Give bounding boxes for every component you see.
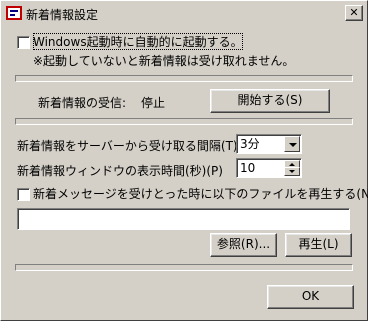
- start-button-label: 開始する(S): [237, 93, 303, 107]
- spin-down-icon[interactable]: [284, 167, 300, 176]
- startup-note: ※起動していないと新着情報は受け取れません。: [33, 54, 295, 68]
- start-button[interactable]: 開始する(S): [210, 89, 330, 113]
- play-button-label: 再生(L): [298, 237, 339, 251]
- separator: [15, 118, 353, 125]
- display-time-spinner[interactable]: 10: [236, 158, 302, 178]
- separator: [15, 75, 353, 82]
- app-icon: [6, 6, 22, 20]
- interval-select[interactable]: 3分: [236, 134, 302, 154]
- close-icon: ✕: [349, 6, 359, 19]
- play-button[interactable]: 再生(L): [285, 233, 352, 257]
- receive-label: 新着情報の受信:: [38, 96, 127, 110]
- close-button[interactable]: ✕: [345, 5, 363, 21]
- title-bar: 新着情報設定 ✕: [3, 3, 365, 23]
- window-title: 新着情報設定: [26, 8, 99, 22]
- ok-button[interactable]: OK: [267, 285, 354, 309]
- browse-button[interactable]: 参照(R)...: [210, 233, 277, 257]
- startup-checkbox[interactable]: [17, 36, 30, 49]
- startup-checkbox-label[interactable]: Windows起動時に自動的に起動する。: [33, 33, 243, 50]
- sound-checkbox-label[interactable]: 新着メッセージを受けとった時に以下のファイルを再生する(N): [33, 185, 368, 202]
- settings-dialog: 新着情報設定 ✕ Windows起動時に自動的に起動する。 ※起動していないと新…: [0, 0, 368, 321]
- display-time-value: 10: [240, 161, 256, 175]
- sound-file-input[interactable]: [17, 208, 350, 230]
- interval-value: 3分: [240, 137, 260, 151]
- chevron-down-icon[interactable]: [284, 136, 300, 152]
- display-time-label: 新着情報ウィンドウの表示時間(秒)(P): [17, 164, 223, 178]
- separator: [15, 264, 353, 271]
- ok-button-label: OK: [301, 289, 320, 303]
- receive-status: 停止: [141, 96, 166, 110]
- browse-button-label: 参照(R)...: [216, 237, 271, 251]
- sound-checkbox[interactable]: [17, 188, 30, 201]
- interval-label: 新着情報をサーバーから受け取る間隔(T): [17, 139, 238, 153]
